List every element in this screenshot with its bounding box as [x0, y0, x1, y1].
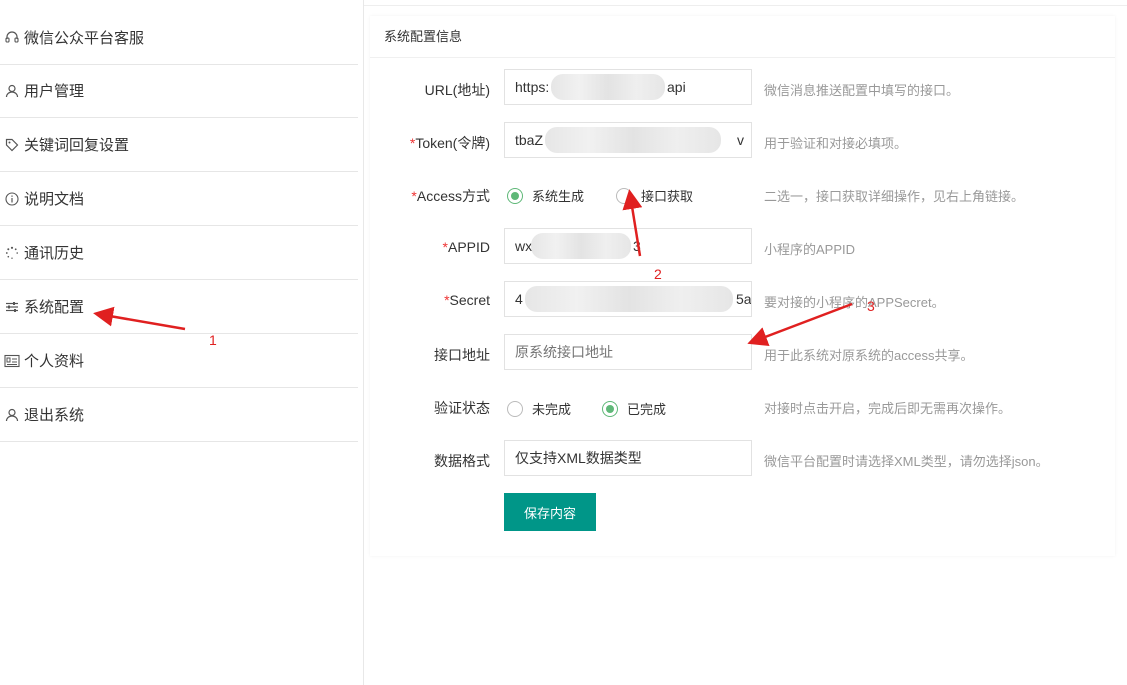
info-icon — [4, 191, 20, 207]
sliders-icon — [4, 299, 20, 315]
appid-value-start: wx — [515, 238, 533, 254]
sidebar-item-user-management[interactable]: 用户管理 — [0, 64, 358, 118]
secret-input[interactable]: 4 5a — [504, 281, 752, 317]
format-label: 数据格式 — [434, 453, 490, 469]
sidebar-item-label: 关键词回复设置 — [24, 137, 130, 154]
verify-hint: 对接时点击开启，完成后即无需再次操作。 — [764, 401, 1012, 416]
redaction-blur — [545, 127, 721, 153]
url-label: URL(地址) — [370, 80, 490, 100]
format-input[interactable]: 仅支持XML数据类型 — [504, 440, 752, 476]
token-hint: 用于验证和对接必填项。 — [764, 136, 908, 151]
verify-radio-incomplete[interactable]: 未完成 — [507, 399, 571, 418]
sidebar: 微信公众平台客服 用户管理 关键词回复设置 说明文档 通讯历史 系统配置 个人资… — [0, 0, 364, 685]
sidebar-item-history[interactable]: 通讯历史 — [0, 226, 358, 280]
appid-label: *APPID — [370, 239, 490, 255]
annotation-number-2: 2 — [654, 266, 662, 282]
url-input[interactable]: https: api — [504, 69, 752, 105]
redaction-blur — [525, 286, 733, 312]
sidebar-item-label: 退出系统 — [24, 407, 85, 424]
format-hint: 微信平台配置时请选择XML类型，请勿选择json。 — [764, 454, 1049, 469]
url-value-end: api — [667, 79, 686, 95]
interface-url-input[interactable] — [504, 334, 752, 370]
annotation-number-1: 1 — [209, 332, 217, 348]
redaction-blur — [551, 74, 665, 100]
url-value-start: https: — [515, 79, 550, 95]
secret-value-end: 5a — [736, 291, 752, 307]
interface-hint: 用于此系统对原系统的access共享。 — [764, 348, 974, 363]
access-label-text: Access方式 — [416, 188, 490, 204]
access-radio-system[interactable]: 系统生成 — [507, 186, 584, 205]
token-value-start: tbaZ — [515, 132, 544, 148]
page-title: 系统配置信息 — [370, 16, 1115, 58]
secret-label: *Secret — [370, 292, 490, 308]
sidebar-item-label: 个人资料 — [24, 353, 85, 370]
token-value-end: v — [737, 132, 744, 148]
sidebar-item-label: 通讯历史 — [24, 245, 85, 262]
token-label-text: Token(令牌) — [415, 135, 490, 151]
appid-value-end: 3 — [633, 238, 641, 254]
save-button[interactable]: 保存内容 — [504, 493, 596, 531]
access-label: *Access方式 — [370, 186, 490, 206]
sidebar-item-label: 说明文档 — [24, 191, 85, 208]
sidebar-item-label: 微信公众平台客服 — [24, 30, 145, 47]
radio-checked-icon — [602, 400, 618, 417]
sidebar-item-logout[interactable]: 退出系统 — [0, 388, 358, 442]
secret-value-start: 4 — [515, 291, 523, 307]
tag-icon — [4, 137, 20, 153]
url-hint: 微信消息推送配置中填写的接口。 — [764, 83, 960, 98]
appid-input[interactable]: wx 3 — [504, 228, 752, 264]
verify-radio-complete[interactable]: 已完成 — [602, 399, 666, 418]
verify-label: 验证状态 — [434, 400, 490, 416]
headset-icon — [4, 30, 20, 46]
sidebar-item-label: 用户管理 — [24, 83, 85, 100]
radio-label: 接口获取 — [641, 189, 694, 204]
appid-hint: 小程序的APPID — [764, 242, 856, 257]
sidebar-item-profile[interactable]: 个人资料 — [0, 334, 358, 388]
radio-label: 未完成 — [532, 402, 572, 417]
radio-unchecked-icon — [507, 400, 523, 417]
sidebar-item-system-config[interactable]: 系统配置 — [0, 280, 358, 334]
sidebar-item-keyword-reply[interactable]: 关键词回复设置 — [0, 118, 358, 172]
secret-hint: 要对接的小程序的APPSecret。 — [764, 295, 945, 310]
interface-label: 接口地址 — [434, 347, 490, 363]
loading-icon — [4, 245, 20, 261]
radio-label: 系统生成 — [532, 189, 585, 204]
profile-card-icon — [4, 353, 20, 369]
radio-checked-icon — [507, 187, 523, 204]
main-content: 系统配置信息 URL(地址) https: api 微信消息推送配置中填写的接口… — [364, 0, 1127, 685]
access-radio-interface[interactable]: 接口获取 — [616, 186, 693, 205]
sidebar-item-label: 系统配置 — [24, 299, 85, 316]
radio-unchecked-icon — [616, 187, 632, 204]
divider — [364, 5, 1127, 6]
radio-label: 已完成 — [627, 402, 667, 417]
token-input[interactable]: tbaZ v — [504, 122, 752, 158]
config-card: 系统配置信息 URL(地址) https: api 微信消息推送配置中填写的接口… — [370, 16, 1115, 556]
sidebar-item-docs[interactable]: 说明文档 — [0, 172, 358, 226]
sidebar-item-customer-service[interactable]: 微信公众平台客服 — [0, 11, 358, 65]
token-label: *Token(令牌) — [370, 133, 490, 153]
redaction-blur — [531, 233, 631, 259]
access-hint: 二选一，接口获取详细操作，见右上角链接。 — [764, 189, 1025, 204]
url-label-text: URL(地址) — [424, 82, 490, 98]
secret-label-text: Secret — [449, 292, 490, 308]
user-icon — [4, 83, 20, 99]
annotation-number-3: 3 — [867, 298, 875, 314]
user-icon — [4, 407, 20, 423]
appid-label-text: APPID — [447, 239, 490, 255]
